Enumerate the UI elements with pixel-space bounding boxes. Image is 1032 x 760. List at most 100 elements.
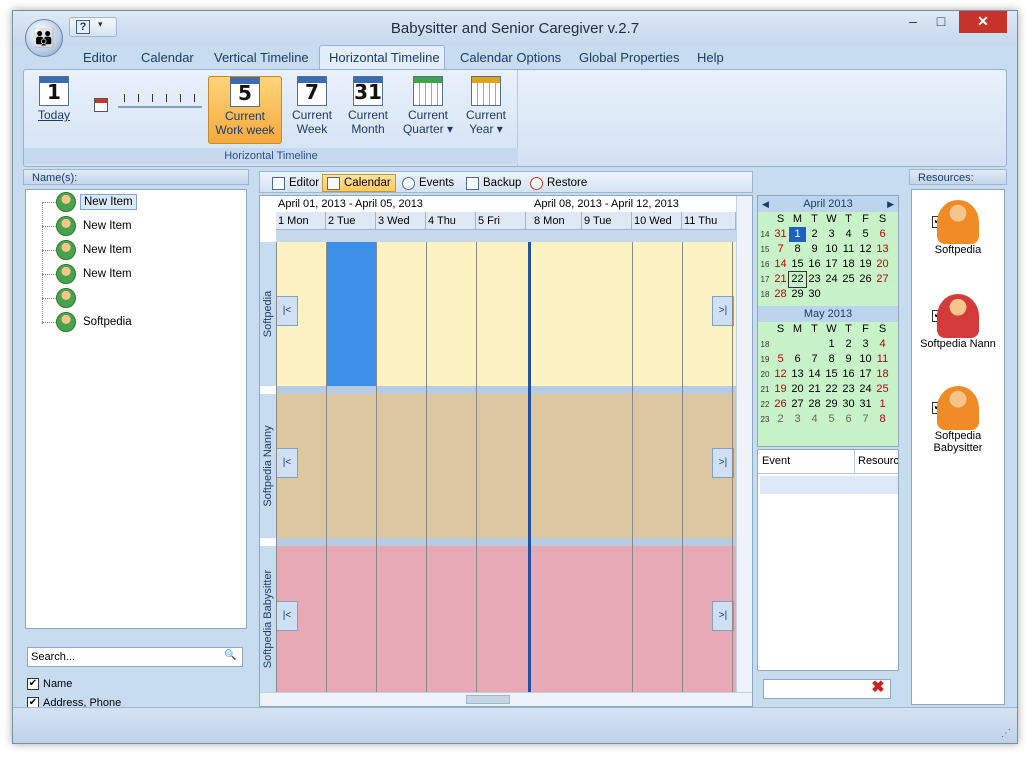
day-cell[interactable]: 4 <box>874 337 891 352</box>
day-cell[interactable]: 27 <box>874 272 891 287</box>
prev-month-icon[interactable]: ◀ <box>762 196 769 212</box>
current-week-button[interactable]: 7 Current Week <box>286 76 338 144</box>
day-cell[interactable]: 21 <box>806 382 823 397</box>
menu-vertical-timeline[interactable]: Vertical Timeline <box>214 50 309 65</box>
prev-button[interactable]: |< <box>276 601 298 631</box>
day-cell[interactable]: 11 <box>874 352 891 367</box>
resource-item[interactable]: ✔ Softpedia <box>912 200 1004 256</box>
next-button[interactable]: >| <box>712 601 734 631</box>
day-header[interactable]: 5 Fri <box>476 212 526 230</box>
resize-grip-icon[interactable]: ⋰ <box>1001 728 1011 739</box>
day-cell[interactable]: 6 <box>874 227 891 242</box>
day-cell[interactable]: 1 <box>789 227 806 242</box>
day-cell[interactable]: 15 <box>823 367 840 382</box>
binoculars-icon[interactable]: 🔍 <box>224 650 240 664</box>
app-menu-button[interactable]: 👪 <box>25 19 63 57</box>
today-button[interactable]: 1 Today <box>28 76 80 144</box>
day-cell[interactable]: 29 <box>823 397 840 412</box>
tree-item[interactable]: New Item <box>56 239 135 261</box>
day-cell[interactable]: 4 <box>840 227 857 242</box>
day-cell[interactable]: 16 <box>840 367 857 382</box>
day-cell[interactable]: 21 <box>772 272 789 287</box>
maximize-button[interactable]: □ <box>927 11 955 33</box>
day-header[interactable]: 10 Wed <box>632 212 682 230</box>
day-cell[interactable]: 28 <box>806 397 823 412</box>
day-cell[interactable]: 10 <box>823 242 840 257</box>
day-cell[interactable]: 25 <box>874 382 891 397</box>
minimize-button[interactable]: – <box>899 11 927 33</box>
search-input[interactable]: Search... 🔍 <box>27 647 243 667</box>
resource-item[interactable]: ✔ Softpedia Babysitter <box>912 386 1004 454</box>
day-header[interactable]: 1 Mon <box>276 212 326 230</box>
menu-calendar-options[interactable]: Calendar Options <box>460 50 561 65</box>
day-cell[interactable]: 26 <box>772 397 789 412</box>
day-cell[interactable]: 7 <box>806 352 823 367</box>
vertical-scrollbar[interactable] <box>736 196 752 692</box>
current-year-button[interactable]: Current Year ▾ <box>460 76 512 144</box>
day-cell[interactable] <box>840 287 857 302</box>
restore-tab[interactable]: Restore <box>526 174 591 192</box>
day-header[interactable]: 3 Wed <box>376 212 426 230</box>
menu-global-properties[interactable]: Global Properties <box>579 50 679 65</box>
next-month-icon[interactable]: ▶ <box>887 196 894 212</box>
close-button[interactable]: ✕ <box>959 11 1007 33</box>
day-cell[interactable]: 23 <box>806 272 823 287</box>
day-cell[interactable]: 2 <box>772 412 789 427</box>
day-cell[interactable]: 24 <box>857 382 874 397</box>
day-header[interactable]: 2 Tue <box>326 212 376 230</box>
day-cell[interactable]: 5 <box>772 352 789 367</box>
resource-item[interactable]: ✔ Softpedia Nann <box>912 294 1004 350</box>
day-cell[interactable]: 5 <box>857 227 874 242</box>
scroll-thumb[interactable] <box>466 695 510 704</box>
day-header[interactable]: 4 Thu <box>426 212 476 230</box>
day-cell[interactable]: 1 <box>823 337 840 352</box>
day-cell[interactable]: 7 <box>857 412 874 427</box>
editor-tab[interactable]: Editor <box>268 174 323 192</box>
day-cell[interactable]: 8 <box>789 242 806 257</box>
prev-button[interactable]: |< <box>276 448 298 478</box>
day-cell[interactable]: 30 <box>806 287 823 302</box>
events-tab[interactable]: Events <box>398 174 458 192</box>
calendar-tab[interactable]: Calendar <box>322 174 396 192</box>
resource-lane[interactable] <box>276 394 736 538</box>
day-cell[interactable]: 5 <box>823 412 840 427</box>
day-cell[interactable]: 14 <box>806 367 823 382</box>
day-cell[interactable]: 4 <box>806 412 823 427</box>
day-cell[interactable]: 25 <box>840 272 857 287</box>
day-cell[interactable] <box>789 337 806 352</box>
day-cell[interactable]: 1 <box>874 397 891 412</box>
next-button[interactable]: >| <box>712 448 734 478</box>
next-button[interactable]: >| <box>712 296 734 326</box>
day-cell[interactable] <box>772 337 789 352</box>
day-cell[interactable]: 29 <box>789 287 806 302</box>
day-header[interactable]: 9 Tue <box>582 212 632 230</box>
day-cell[interactable]: 20 <box>789 382 806 397</box>
tree-item[interactable]: New Item <box>56 263 135 285</box>
selected-day-cell[interactable] <box>326 242 376 386</box>
day-cell[interactable] <box>823 287 840 302</box>
resource-column-header[interactable]: Resource <box>854 450 898 474</box>
menu-calendar[interactable]: Calendar <box>141 50 194 65</box>
menu-editor[interactable]: Editor <box>83 50 117 65</box>
day-cell[interactable]: 17 <box>823 257 840 272</box>
day-header[interactable]: 8 Mon <box>532 212 582 230</box>
day-cell[interactable]: 13 <box>874 242 891 257</box>
day-cell[interactable]: 20 <box>874 257 891 272</box>
day-header[interactable]: 11 Thu <box>682 212 736 230</box>
day-cell[interactable]: 7 <box>772 242 789 257</box>
day-cell[interactable]: 3 <box>857 337 874 352</box>
day-cell[interactable]: 10 <box>857 352 874 367</box>
horizontal-scrollbar[interactable] <box>260 692 752 706</box>
tree-item[interactable] <box>56 287 86 309</box>
day-cell[interactable]: 15 <box>789 257 806 272</box>
current-work-week-button[interactable]: 5 Current Work week <box>208 76 282 144</box>
day-cell[interactable]: 6 <box>789 352 806 367</box>
day-cell[interactable]: 2 <box>840 337 857 352</box>
clear-filter-icon[interactable]: ✖ <box>869 680 887 697</box>
day-cell[interactable]: 16 <box>806 257 823 272</box>
day-cell[interactable]: 2 <box>806 227 823 242</box>
day-cell[interactable]: 19 <box>772 382 789 397</box>
day-cell[interactable] <box>874 287 891 302</box>
day-cell[interactable]: 6 <box>840 412 857 427</box>
day-cell[interactable]: 9 <box>840 352 857 367</box>
